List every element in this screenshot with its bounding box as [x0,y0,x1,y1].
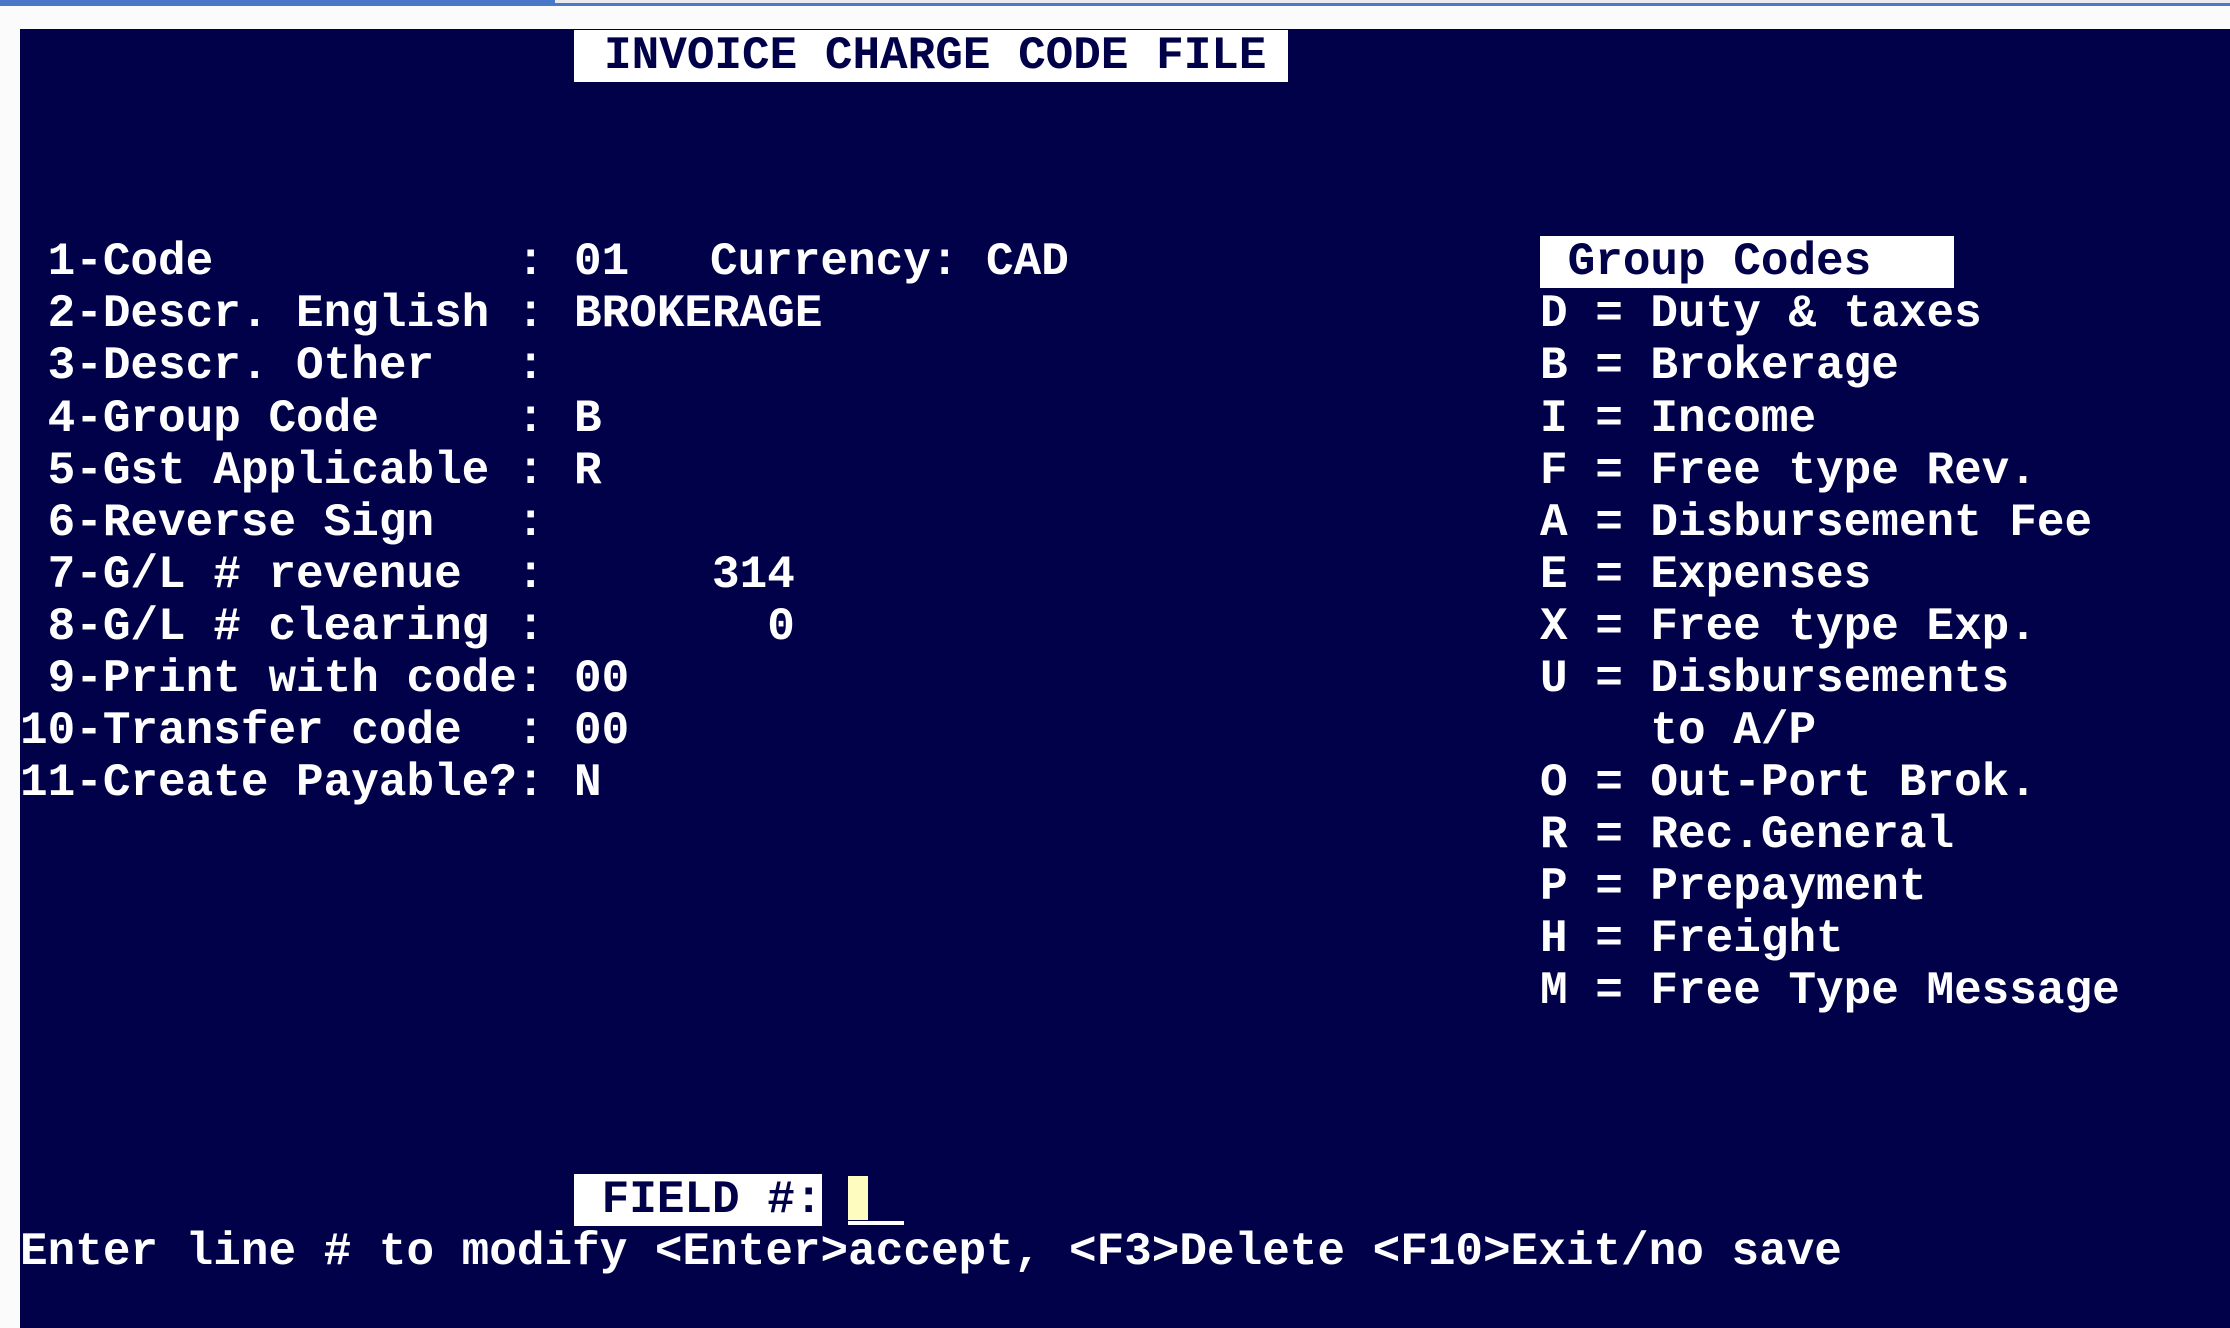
field-value-gst-applicable[interactable]: R [574,445,602,497]
group-codes-title: Group Codes [1540,236,1955,288]
group-code-item: R = Rec.General [1540,809,1955,861]
field-value-gl-revenue[interactable]: 314 [574,549,795,601]
group-code-item: U = Disbursements [1540,653,2010,705]
field-label-11: 11-Create Payable?: [20,757,573,809]
group-code-item: D = Duty & taxes [1540,288,1982,340]
field-label-9: 9-Print with code: [20,653,573,705]
top-border-line [555,3,2230,6]
field-label-3: 3-Descr. Other : [20,340,573,392]
field-label-10: 10-Transfer code : [20,705,573,757]
group-code-item: B = Brokerage [1540,340,1899,392]
field-label-8: 8-G/L # clearing : [20,601,573,653]
field-value-group-code[interactable]: B [574,393,602,445]
text-cursor [848,1176,868,1220]
field-value-gl-clearing[interactable]: 0 [574,601,795,653]
screen-title: INVOICE CHARGE CODE FILE [574,30,1288,82]
group-code-item: P = Prepayment [1540,861,1927,913]
field-label-4: 4-Group Code : [20,393,573,445]
field-value-print-with-code[interactable]: 00 [574,653,629,705]
field-label-5: 5-Gst Applicable : [20,445,573,497]
field-value-code[interactable]: 01 [574,236,629,288]
group-code-item: to A/P [1540,705,1817,757]
group-code-item: M = Free Type Message [1540,965,2120,1017]
group-code-item: X = Free type Exp. [1540,601,2037,653]
field-value-transfer-code[interactable]: 00 [574,705,629,757]
terminal-window: INVOICE CHARGE CODE FILE 1-Code : 2-Desc… [0,0,2230,1328]
screen-title-text: INVOICE CHARGE CODE FILE [604,30,1267,82]
group-code-item: A = Disbursement Fee [1540,497,2093,549]
field-number-prompt-label: FIELD #: [574,1174,851,1226]
currency-label: Currency: [710,236,959,288]
field-label-6: 6-Reverse Sign : [20,497,573,549]
group-code-item: I = Income [1540,393,1817,445]
group-code-item: H = Freight [1540,913,1844,965]
currency-value: CAD [986,236,1069,288]
group-code-item: E = Expenses [1540,549,1872,601]
field-label-7: 7-G/L # revenue : [20,549,573,601]
window-top-bar [0,0,2230,6]
input-underline [848,1221,904,1225]
field-label-2: 2-Descr. English : [20,288,573,340]
field-label-1: 1-Code : [20,236,573,288]
help-line: Enter line # to modify <Enter>accept, <F… [20,1226,1842,1278]
group-code-item: O = Out-Port Brok. [1540,757,2037,809]
field-value-descr-english[interactable]: BROKERAGE [574,288,822,340]
group-code-item: F = Free type Rev. [1540,445,2037,497]
terminal-screen[interactable]: INVOICE CHARGE CODE FILE 1-Code : 2-Desc… [20,29,2230,1328]
field-value-create-payable[interactable]: N [574,757,602,809]
active-tab-indicator [0,0,555,6]
